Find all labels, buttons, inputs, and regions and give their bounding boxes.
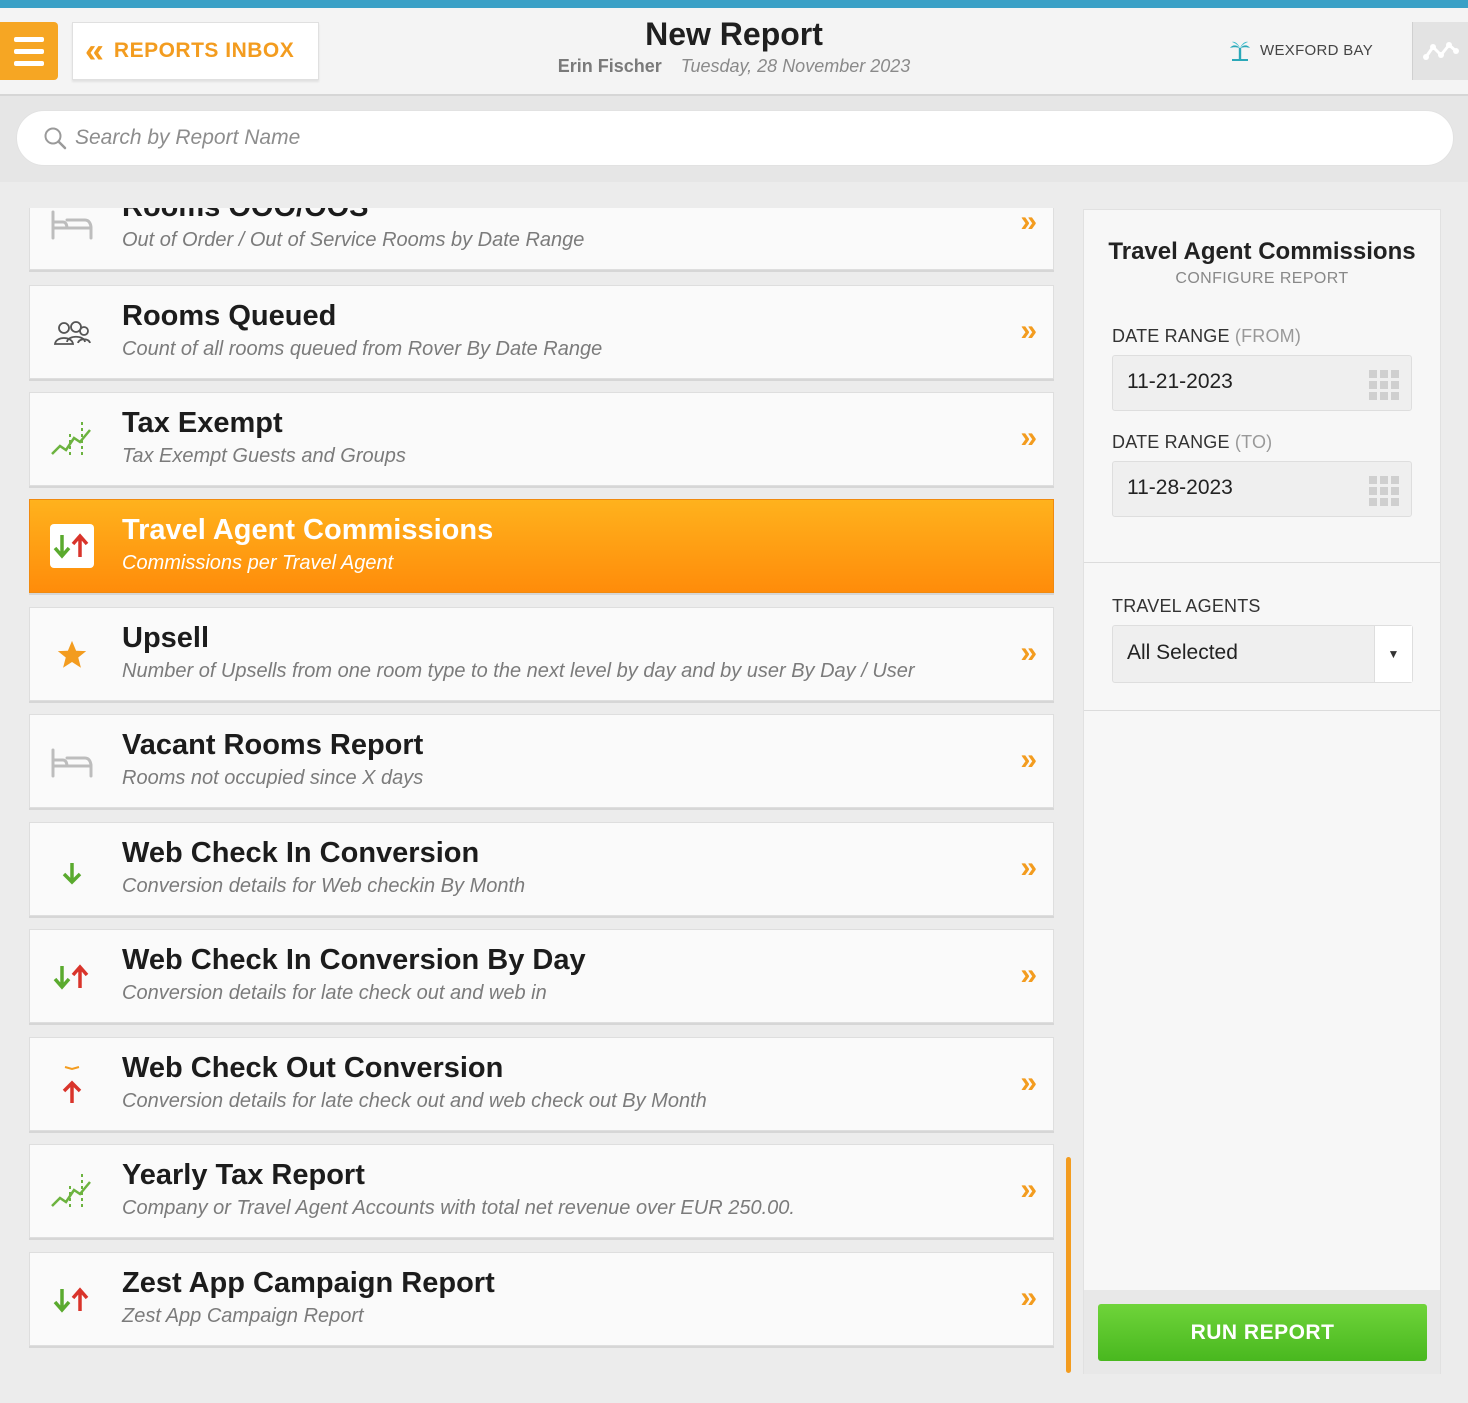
bed-icon <box>48 208 96 247</box>
run-report-button[interactable]: RUN REPORT <box>1098 1304 1427 1361</box>
run-report-area: RUN REPORT <box>1084 1290 1440 1374</box>
double-chevron-right-icon: » <box>1020 208 1037 238</box>
divider <box>1084 710 1440 711</box>
search-input[interactable] <box>75 126 1375 150</box>
users-icon <box>48 310 96 356</box>
date-to-suffix: (TO) <box>1234 432 1273 452</box>
report-description: Number of Upsells from one room type to … <box>122 660 915 682</box>
hotel-name: WEXFORD BAY <box>1260 41 1374 59</box>
line-chart-icon <box>1422 42 1459 60</box>
date-from-label-text: DATE RANGE <box>1112 326 1230 346</box>
date-to-field[interactable] <box>1112 461 1412 517</box>
report-name: Vacant Rooms Report <box>122 729 424 761</box>
star-icon <box>48 632 96 678</box>
double-chevron-right-icon: » <box>1020 314 1037 347</box>
search-band <box>0 96 1468 182</box>
report-description: Zest App Campaign Report <box>122 1305 364 1327</box>
report-description: Conversion details for Web checkin By Mo… <box>122 875 526 897</box>
report-name: Yearly Tax Report <box>122 1159 365 1191</box>
double-chevron-right-icon: » <box>1020 1173 1037 1206</box>
report-description: Out of Order / Out of Service Rooms by D… <box>122 229 585 251</box>
configure-report-panel: Travel Agent Commissions CONFIGURE REPOR… <box>1083 209 1441 1374</box>
date-to-label-text: DATE RANGE <box>1112 432 1230 452</box>
divider <box>1084 562 1440 563</box>
report-name: Rooms Queued <box>122 300 337 332</box>
up-down-arrows-icon <box>48 1277 96 1323</box>
report-list: Rooms OOO/OOS Out of Order / Out of Serv… <box>0 208 1070 1368</box>
report-description: Conversion details for late check out an… <box>122 982 547 1004</box>
search-box[interactable] <box>16 110 1454 166</box>
double-chevron-right-icon: » <box>1020 1281 1037 1314</box>
caret-down-icon: ▼ <box>1374 626 1412 682</box>
travel-agents-value: All Selected <box>1127 641 1238 664</box>
report-item-zest-app-campaign[interactable]: Zest App Campaign Report Zest App Campai… <box>29 1252 1054 1346</box>
report-name: Web Check In Conversion By Day <box>122 944 586 976</box>
double-chevron-right-icon: » <box>1020 958 1037 991</box>
double-chevron-right-icon: » <box>1020 851 1037 884</box>
report-item-web-check-in-conversion-by-day[interactable]: Web Check In Conversion By Day Conversio… <box>29 929 1054 1023</box>
up-down-arrows-icon <box>48 954 96 1000</box>
config-subtitle: CONFIGURE REPORT <box>1175 270 1349 287</box>
date-to-input[interactable] <box>1127 476 1347 500</box>
list-scrollbar[interactable] <box>1066 1157 1071 1373</box>
report-item-web-check-out-conversion[interactable]: Web Check Out Conversion Conversion deta… <box>29 1037 1054 1131</box>
report-item-vacant-rooms[interactable]: Vacant Rooms Report Rooms not occupied s… <box>29 714 1054 808</box>
travel-agents-select[interactable]: All Selected ▼ <box>1112 625 1413 683</box>
business-date: Tuesday, 28 November 2023 <box>680 56 911 76</box>
report-description: Conversion details for late check out an… <box>122 1090 707 1112</box>
double-chevron-right-icon: » <box>1020 743 1037 776</box>
palm-tree-logo-icon <box>1230 41 1250 61</box>
user-name: Erin Fischer <box>557 56 662 76</box>
report-item-travel-agent-commissions[interactable]: Travel Agent Commissions Commissions per… <box>29 499 1054 593</box>
trend-chart-icon <box>48 1169 96 1215</box>
report-item-upsell[interactable]: Upsell Number of Upsells from one room t… <box>29 607 1054 701</box>
report-description: Tax Exempt Guests and Groups <box>122 445 406 467</box>
report-name: Travel Agent Commissions <box>122 514 494 546</box>
report-description: Commissions per Travel Agent <box>122 552 394 574</box>
report-item-tax-exempt[interactable]: Tax Exempt Tax Exempt Guests and Groups … <box>29 392 1054 486</box>
header: « REPORTS INBOX New Report Erin Fischer … <box>0 8 1468 96</box>
date-to-label: DATE RANGE (TO) <box>1112 432 1272 453</box>
report-item-rooms-ooo-oos[interactable]: Rooms OOO/OOS Out of Order / Out of Serv… <box>29 208 1054 270</box>
statistics-button[interactable] <box>1412 22 1468 80</box>
date-from-input[interactable] <box>1127 370 1347 394</box>
report-description: Company or Travel Agent Accounts with to… <box>122 1197 795 1219</box>
config-title: Travel Agent Commissions <box>1108 238 1416 265</box>
report-name: Upsell <box>122 622 210 654</box>
up-arrow-icon <box>48 1062 96 1108</box>
report-item-web-check-in-conversion[interactable]: Web Check In Conversion Conversion detai… <box>29 822 1054 916</box>
hotel-brand: WEXFORD BAY <box>1228 38 1373 62</box>
calendar-icon[interactable] <box>1369 476 1399 506</box>
trend-chart-icon <box>48 417 96 463</box>
double-chevron-right-icon: » <box>1020 636 1037 669</box>
report-name: Tax Exempt <box>122 407 283 439</box>
calendar-icon[interactable] <box>1369 370 1399 400</box>
double-chevron-right-icon: » <box>1020 421 1037 454</box>
report-description: Rooms not occupied since X days <box>122 767 424 789</box>
down-arrow-icon <box>48 847 96 893</box>
date-from-label: DATE RANGE (FROM) <box>1112 326 1301 347</box>
report-name: Web Check Out Conversion <box>122 1052 504 1084</box>
report-item-yearly-tax-report[interactable]: Yearly Tax Report Company or Travel Agen… <box>29 1144 1054 1238</box>
date-from-suffix: (FROM) <box>1234 326 1302 346</box>
date-from-field[interactable] <box>1112 355 1412 411</box>
report-description: Count of all rooms queued from Rover By … <box>122 338 603 360</box>
travel-agents-label: TRAVEL AGENTS <box>1112 596 1261 616</box>
report-name: Zest App Campaign Report <box>122 1267 495 1299</box>
bed-icon <box>48 739 96 785</box>
double-chevron-right-icon: » <box>1020 1066 1037 1099</box>
search-icon <box>44 127 67 150</box>
report-name: Rooms OOO/OOS <box>122 208 369 224</box>
report-name: Web Check In Conversion <box>122 837 480 869</box>
top-accent-bar <box>0 0 1468 8</box>
report-item-rooms-queued[interactable]: Rooms Queued Count of all rooms queued f… <box>29 285 1054 379</box>
up-down-arrows-icon <box>50 524 94 568</box>
